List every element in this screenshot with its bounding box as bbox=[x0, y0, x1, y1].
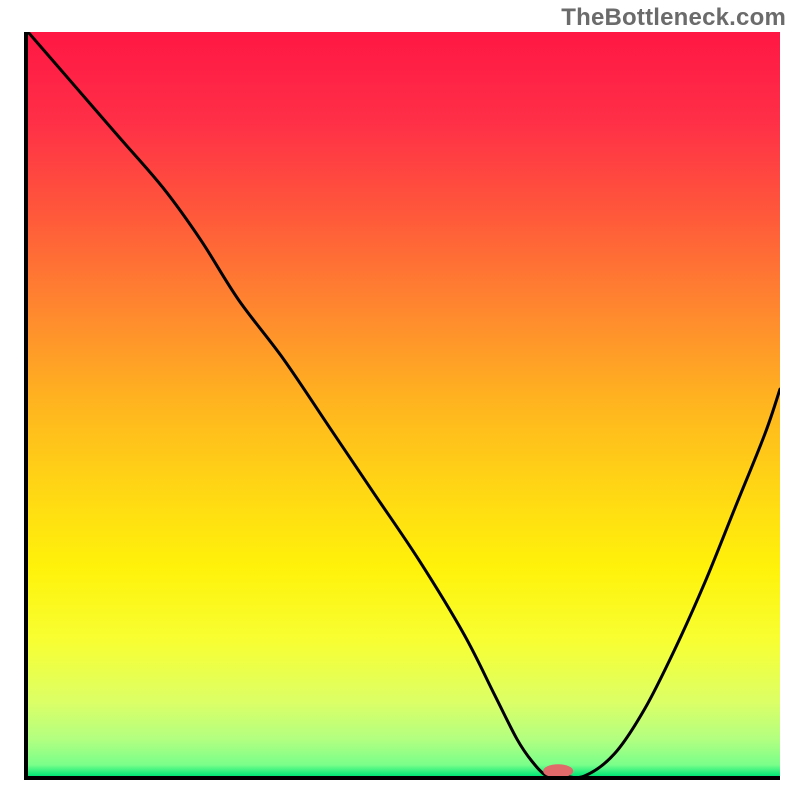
chart-root: TheBottleneck.com bbox=[0, 0, 800, 800]
plot-area bbox=[24, 32, 780, 780]
watermark-text: TheBottleneck.com bbox=[561, 4, 786, 32]
chart-svg bbox=[28, 32, 780, 776]
